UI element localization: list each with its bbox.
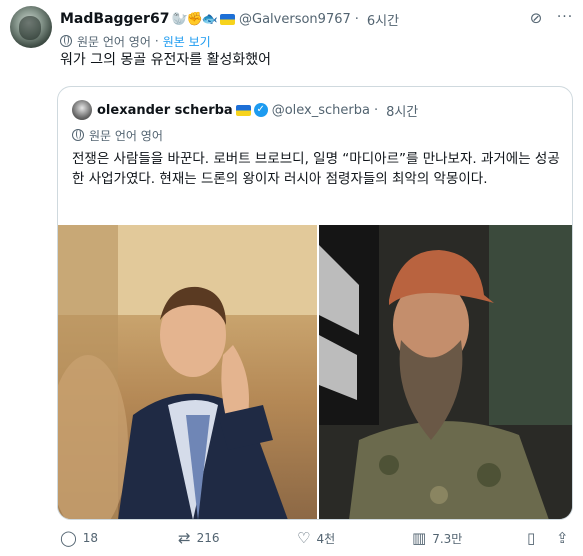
like-icon: ♡	[297, 529, 311, 547]
views-action[interactable]: ▥ 7.3만	[412, 528, 462, 548]
share-action[interactable]: ⇪	[556, 528, 575, 548]
quoted-separator: ·	[373, 102, 379, 118]
retweet-action[interactable]: ⇄ 216	[178, 528, 219, 548]
lang-separator: ·	[154, 34, 159, 48]
tweet-time[interactable]: 6시간	[367, 10, 399, 29]
quoted-handle: @olex_scherba	[271, 102, 370, 118]
verified-badge-icon: ✓	[253, 103, 268, 117]
quoted-time: 8시간	[386, 104, 419, 120]
retweet-icon: ⇄	[178, 529, 191, 547]
like-action[interactable]: ♡ 4천	[297, 528, 335, 548]
show-original-link[interactable]: 원본 보기	[163, 33, 211, 50]
views-icon: ▥	[412, 529, 427, 547]
author-avatar[interactable]	[10, 6, 52, 48]
quoted-avatar	[72, 100, 92, 120]
photo-businessman[interactable]	[58, 225, 317, 519]
globe-icon	[60, 35, 72, 47]
reply-count: 18	[82, 531, 99, 545]
businessman-illustration	[58, 225, 317, 519]
quoted-translation-note: 원문 언어 영어	[72, 127, 163, 143]
bookmark-icon: ▯	[527, 529, 536, 547]
quoted-header: olexander scherba ✓ @olex_scherba · 8시간	[72, 100, 418, 120]
quoted-display-name: olexander scherba	[97, 102, 233, 118]
more-icon[interactable]: ···	[555, 7, 575, 27]
photo-soldier[interactable]	[319, 225, 572, 519]
quoted-text: 전쟁은 사람들을 바꾼다. 로버트 브로브디, 일명 “마디아르”를 만나보자.…	[72, 151, 560, 187]
ukraine-flag-icon	[235, 104, 251, 116]
tweet-text: 워가 그의 몽골 유전자를 활성화했어	[60, 52, 271, 68]
lang-note: 원문 언어 영어	[77, 34, 151, 49]
grok-icon[interactable]: ⊘	[527, 9, 545, 27]
author-display-name[interactable]: MadBagger67	[60, 11, 169, 27]
ukraine-flag-icon	[220, 13, 236, 25]
bookmark-action[interactable]: ▯	[527, 528, 541, 548]
reply-icon: ◯	[60, 529, 77, 547]
like-count: 4천	[316, 531, 336, 546]
author-handle[interactable]: @Galverson9767	[239, 12, 351, 27]
tweet-header: MadBagger67 🦭✊🐟 @Galverson9767 · 6시간	[60, 9, 399, 29]
share-icon: ⇪	[556, 529, 569, 547]
translation-note: 원문 언어 영어 · 원본 보기	[60, 33, 211, 49]
view-count: 7.3만	[432, 531, 463, 546]
quoted-lang-note: 원문 언어 영어	[89, 128, 163, 143]
retweet-count: 216	[196, 531, 220, 545]
header-separator: ·	[354, 11, 359, 27]
soldier-illustration	[319, 225, 572, 519]
quoted-tweet[interactable]: olexander scherba ✓ @olex_scherba · 8시간 …	[57, 86, 573, 520]
name-emoji: 🦭✊🐟	[171, 11, 218, 27]
globe-icon	[72, 129, 84, 141]
quoted-media[interactable]	[58, 225, 572, 519]
reply-action[interactable]: ◯ 18	[60, 528, 98, 548]
